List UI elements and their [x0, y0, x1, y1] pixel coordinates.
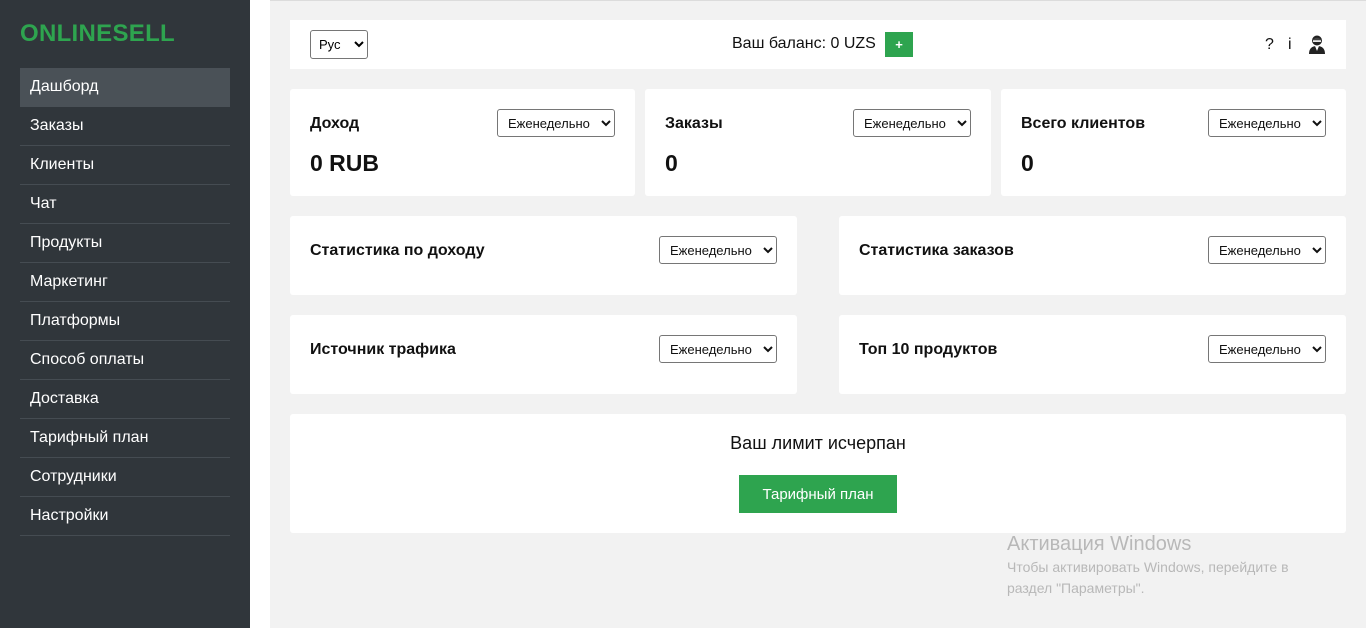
order-stats-panel: Статистика заказов Еженедельно [839, 216, 1346, 295]
sidebar-item-platforms[interactable]: Платформы [20, 302, 230, 341]
sidebar-item-delivery[interactable]: Доставка [20, 380, 230, 419]
watermark-text: Чтобы активировать Windows, перейдите в … [1007, 559, 1289, 596]
top-divider [270, 0, 1366, 1]
sidebar-item-marketing[interactable]: Маркетинг [20, 263, 230, 302]
income-stats-title: Статистика по доходу [310, 242, 485, 259]
clients-title: Всего клиентов [1021, 115, 1146, 132]
sidebar-item-payment-method[interactable]: Способ оплаты [20, 341, 230, 380]
add-balance-button[interactable]: + [885, 32, 913, 57]
sidebar-item-staff[interactable]: Сотрудники [20, 458, 230, 497]
clients-period-select[interactable]: Еженедельно [1208, 109, 1326, 137]
info-icon[interactable]: i [1288, 36, 1292, 54]
content-gutter [250, 0, 270, 628]
limit-card: Ваш лимит исчерпан Тарифный план [290, 414, 1346, 533]
sidebar-item-settings[interactable]: Настройки [20, 497, 230, 536]
top-products-panel: Топ 10 продуктов Еженедельно [839, 315, 1346, 394]
sidebar-item-dashboard[interactable]: Дашборд [20, 68, 230, 107]
traffic-source-panel: Источник трафика Еженедельно [290, 315, 797, 394]
income-card: Доход Еженедельно 0 RUB [290, 89, 635, 196]
income-title: Доход [310, 115, 360, 132]
orders-value: 0 [665, 150, 678, 176]
watermark-title: Активация Windows [1007, 533, 1192, 555]
limit-message: Ваш лимит исчерпан [730, 433, 906, 453]
app-logo[interactable]: ONLINESELL [20, 20, 175, 48]
sidebar-item-chat[interactable]: Чат [20, 185, 230, 224]
language-select[interactable]: Рус [310, 30, 368, 59]
sidebar-item-tariff-plan[interactable]: Тарифный план [20, 419, 230, 458]
orders-card: Заказы Еженедельно 0 [645, 89, 991, 196]
sidebar-item-clients[interactable]: Клиенты [20, 146, 230, 185]
traffic-source-period-select[interactable]: Еженедельно [659, 335, 777, 363]
sidebar-item-orders[interactable]: Заказы [20, 107, 230, 146]
order-stats-title: Статистика заказов [859, 242, 1014, 259]
clients-value: 0 [1021, 150, 1034, 176]
user-icon[interactable] [1308, 34, 1326, 54]
clients-card: Всего клиентов Еженедельно 0 [1001, 89, 1346, 196]
balance-text: Ваш баланс: 0 UZS [732, 35, 876, 52]
tariff-plan-button[interactable]: Тарифный план [739, 475, 897, 513]
top-products-title: Топ 10 продуктов [859, 341, 998, 358]
sidebar-item-products[interactable]: Продукты [20, 224, 230, 263]
sidebar-nav: Дашборд Заказы Клиенты Чат Продукты Марк… [20, 68, 230, 536]
orders-period-select[interactable]: Еженедельно [853, 109, 971, 137]
income-stats-panel: Статистика по доходу Еженедельно [290, 216, 797, 295]
income-stats-period-select[interactable]: Еженедельно [659, 236, 777, 264]
help-icon[interactable]: ? [1265, 36, 1274, 54]
sidebar: ONLINESELL Дашборд Заказы Клиенты Чат Пр… [0, 0, 250, 628]
orders-title: Заказы [665, 115, 723, 132]
income-value: 0 RUB [310, 150, 380, 176]
top-bar: Рус Ваш баланс: 0 UZS + ? i [290, 20, 1346, 69]
top-products-period-select[interactable]: Еженедельно [1208, 335, 1326, 363]
income-period-select[interactable]: Еженедельно [497, 109, 615, 137]
order-stats-period-select[interactable]: Еженедельно [1208, 236, 1326, 264]
traffic-source-title: Источник трафика [310, 341, 456, 358]
